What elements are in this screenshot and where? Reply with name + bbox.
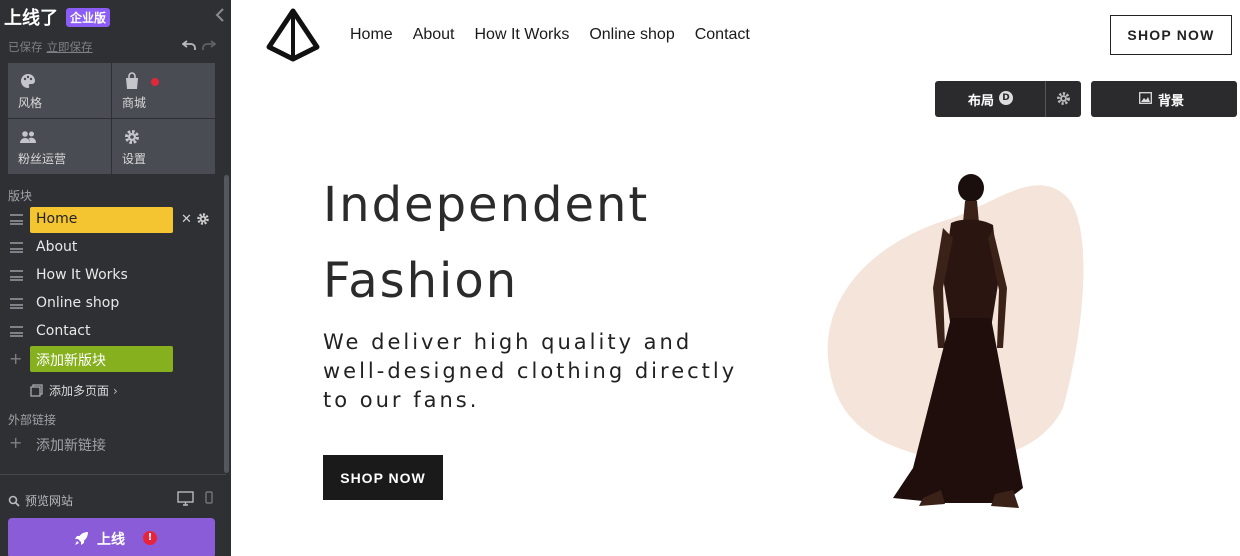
search-icon — [8, 495, 20, 507]
redo-icon[interactable] — [202, 38, 216, 52]
add-block-label: 添加新版块 — [36, 353, 106, 369]
hero-subtitle: We deliver high quality and well-designe… — [323, 330, 738, 412]
gear-icon[interactable] — [196, 212, 210, 226]
add-multipage-link[interactable]: 添加多页面 › — [30, 382, 118, 399]
tile-fans[interactable]: 粉丝运营 — [8, 119, 111, 174]
plus-icon: + — [9, 433, 23, 452]
chevron-right-icon: › — [113, 383, 118, 398]
save-status-text: 已保存 — [8, 40, 43, 54]
close-icon[interactable]: ✕ — [181, 212, 192, 227]
tile-label: 粉丝运营 — [18, 152, 67, 166]
rocket-icon — [75, 532, 88, 545]
publish-label: 上线 — [97, 532, 125, 548]
desktop-icon[interactable] — [177, 491, 194, 506]
background-label: 背景 — [1158, 94, 1185, 109]
add-link-label: 添加新链接 — [36, 438, 106, 454]
drag-handle-icon[interactable] — [10, 326, 23, 337]
sidebar-scrollbar[interactable] — [224, 175, 229, 473]
blocks-heading: 版块 — [8, 189, 33, 203]
divider — [1045, 81, 1046, 117]
hero-model-image — [827, 174, 1084, 508]
block-item-how-it-works[interactable]: How It Works — [0, 262, 231, 290]
save-status: 已保存 立即保存 — [8, 39, 93, 55]
preview-site-link[interactable]: 预览网站 — [8, 492, 73, 509]
tile-settings[interactable]: 设置 — [112, 119, 215, 174]
warning-icon: ! — [143, 531, 157, 545]
drag-handle-icon[interactable] — [10, 270, 23, 281]
shop-now-header-button[interactable]: SHOP NOW — [1110, 15, 1232, 55]
app-window: 上线了 企业版 已保存 立即保存 风格 商城 粉丝运营 设置 版块 Home ✕… — [0, 0, 1240, 556]
nav-how-it-works[interactable]: How It Works — [475, 26, 570, 44]
gear-icon[interactable] — [1056, 91, 1071, 106]
tool-tiles: 风格 商城 粉丝运营 设置 — [8, 63, 215, 174]
pages-icon — [30, 384, 43, 397]
layout-tool-button[interactable]: 布局 D — [935, 81, 1081, 117]
plus-icon: + — [9, 349, 23, 368]
site-nav: Home About How It Works Online shop Cont… — [350, 26, 770, 44]
block-label: How It Works — [36, 267, 128, 283]
block-item-online-shop[interactable]: Online shop — [0, 290, 231, 318]
tile-shop[interactable]: 商城 — [112, 63, 215, 118]
tile-label: 设置 — [122, 152, 147, 166]
drag-handle-icon[interactable] — [10, 214, 23, 225]
add-link-button[interactable]: + 添加新链接 — [0, 433, 231, 454]
editor-sidebar: 上线了 企业版 已保存 立即保存 风格 商城 粉丝运营 设置 版块 Home ✕… — [0, 0, 231, 556]
background-tool-button[interactable]: 背景 — [1091, 81, 1237, 117]
tile-label: 风格 — [18, 96, 43, 110]
block-label: About — [36, 239, 78, 255]
hero-title-line2: Fashion — [323, 253, 519, 309]
block-label: Contact — [36, 323, 91, 339]
preview-label: 预览网站 — [25, 494, 74, 508]
edition-badge: 企业版 — [66, 7, 111, 27]
drag-handle-icon[interactable] — [10, 298, 23, 309]
shopping-bag-icon — [126, 72, 138, 89]
block-label: Online shop — [36, 295, 120, 311]
image-icon — [1139, 92, 1152, 104]
add-multipage-label: 添加多页面 — [49, 384, 110, 398]
palette-icon — [21, 74, 35, 88]
block-list: Home ✕ About How It Works Online shop Co… — [0, 206, 231, 374]
brand: 上线了 企业版 — [4, 4, 111, 30]
hero-shop-now-button[interactable]: SHOP NOW — [323, 455, 443, 500]
layout-label: 布局 — [968, 94, 995, 109]
block-label: Home — [36, 211, 78, 227]
add-block-button[interactable]: + 添加新版块 — [0, 346, 231, 374]
people-icon — [20, 131, 36, 143]
site-logo[interactable] — [265, 7, 321, 63]
layout-badge: D — [999, 91, 1013, 105]
hero-title-line1: Independent — [323, 177, 650, 233]
site-preview: Home About How It Works Online shop Cont… — [231, 0, 1240, 556]
gear-icon — [125, 130, 139, 144]
save-now-link[interactable]: 立即保存 — [47, 40, 93, 54]
divider — [0, 474, 226, 475]
drag-handle-icon[interactable] — [10, 242, 23, 253]
notification-dot — [151, 78, 159, 86]
undo-icon[interactable] — [182, 38, 196, 52]
block-item-about[interactable]: About — [0, 234, 231, 262]
nav-home[interactable]: Home — [350, 26, 393, 44]
nav-online-shop[interactable]: Online shop — [589, 26, 674, 44]
mobile-icon[interactable] — [205, 491, 213, 504]
external-links-heading: 外部链接 — [8, 413, 57, 427]
tile-label: 商城 — [122, 96, 147, 110]
tile-style[interactable]: 风格 — [8, 63, 111, 118]
nav-about[interactable]: About — [413, 26, 455, 44]
block-item-contact[interactable]: Contact — [0, 318, 231, 346]
publish-button[interactable]: 上线 ! — [8, 518, 215, 556]
brand-logo: 上线了 — [4, 8, 58, 29]
block-item-home[interactable]: Home ✕ — [0, 206, 231, 234]
nav-contact[interactable]: Contact — [695, 26, 750, 44]
collapse-sidebar-icon[interactable] — [214, 7, 226, 23]
